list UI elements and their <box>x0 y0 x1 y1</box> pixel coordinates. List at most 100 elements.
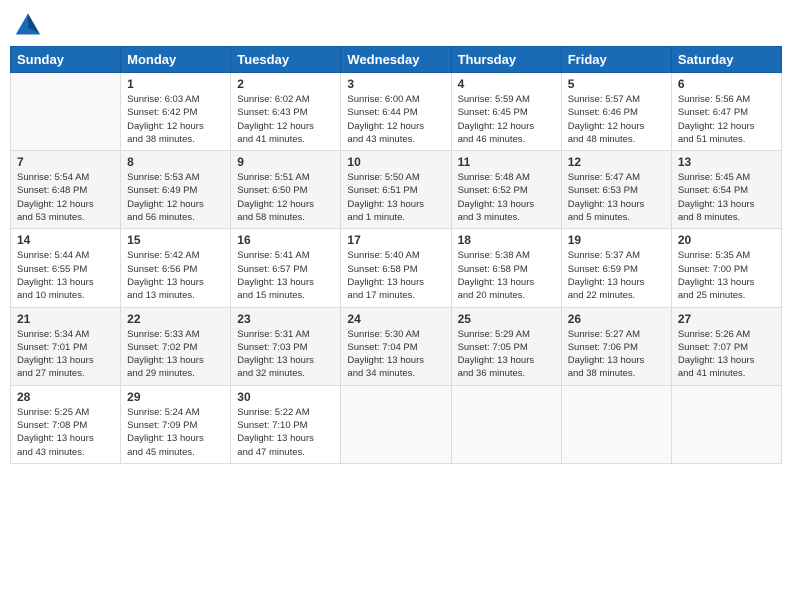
column-header-friday: Friday <box>561 47 671 73</box>
calendar-cell: 28 Sunrise: 5:25 AM Sunset: 7:08 PM Dayli… <box>11 385 121 463</box>
day-info: Sunrise: 6:00 AM Sunset: 6:44 PM Dayligh… <box>347 93 444 146</box>
calendar-cell <box>11 73 121 151</box>
calendar-cell: 16 Sunrise: 5:41 AM Sunset: 6:57 PM Dayli… <box>231 229 341 307</box>
calendar-week-row: 1 Sunrise: 6:03 AM Sunset: 6:42 PM Daylig… <box>11 73 782 151</box>
day-info: Sunrise: 5:35 AM Sunset: 7:00 PM Dayligh… <box>678 249 775 302</box>
calendar-week-row: 21Sunrise: 5:34 AM Sunset: 7:01 PM Dayli… <box>11 307 782 385</box>
day-number: 26 <box>568 312 665 326</box>
day-info: Sunrise: 5:26 AM Sunset: 7:07 PM Dayligh… <box>678 328 775 381</box>
day-number: 16 <box>237 233 334 247</box>
calendar-cell <box>341 385 451 463</box>
day-number: 27 <box>678 312 775 326</box>
day-number: 10 <box>347 155 444 169</box>
column-header-monday: Monday <box>121 47 231 73</box>
day-number: 5 <box>568 77 665 91</box>
day-info: Sunrise: 6:03 AM Sunset: 6:42 PM Dayligh… <box>127 93 224 146</box>
day-number: 19 <box>568 233 665 247</box>
calendar-cell: 30 Sunrise: 5:22 AM Sunset: 7:10 PM Dayli… <box>231 385 341 463</box>
day-number: 20 <box>678 233 775 247</box>
day-info: Sunrise: 5:22 AM Sunset: 7:10 PM Dayligh… <box>237 406 334 459</box>
day-number: 15 <box>127 233 224 247</box>
day-number: 4 <box>458 77 555 91</box>
calendar-cell: 3 Sunrise: 6:00 AM Sunset: 6:44 PM Daylig… <box>341 73 451 151</box>
calendar-cell: 6 Sunrise: 5:56 AM Sunset: 6:47 PM Daylig… <box>671 73 781 151</box>
day-info: Sunrise: 5:29 AM Sunset: 7:05 PM Dayligh… <box>458 328 555 381</box>
day-info: Sunrise: 5:38 AM Sunset: 6:58 PM Dayligh… <box>458 249 555 302</box>
calendar-cell: 13 Sunrise: 5:45 AM Sunset: 6:54 PM Dayli… <box>671 151 781 229</box>
day-number: 12 <box>568 155 665 169</box>
day-number: 30 <box>237 390 334 404</box>
day-info: Sunrise: 6:02 AM Sunset: 6:43 PM Dayligh… <box>237 93 334 146</box>
calendar-table: SundayMondayTuesdayWednesdayThursdayFrid… <box>10 46 782 464</box>
day-info: Sunrise: 5:31 AM Sunset: 7:03 PM Dayligh… <box>237 328 334 381</box>
calendar-cell: 8Sunrise: 5:53 AM Sunset: 6:49 PM Daylig… <box>121 151 231 229</box>
day-info: Sunrise: 5:24 AM Sunset: 7:09 PM Dayligh… <box>127 406 224 459</box>
calendar-cell: 25 Sunrise: 5:29 AM Sunset: 7:05 PM Dayli… <box>451 307 561 385</box>
day-info: Sunrise: 5:56 AM Sunset: 6:47 PM Dayligh… <box>678 93 775 146</box>
calendar-cell: 26Sunrise: 5:27 AM Sunset: 7:06 PM Dayli… <box>561 307 671 385</box>
day-number: 7 <box>17 155 114 169</box>
calendar-cell: 12 Sunrise: 5:47 AM Sunset: 6:53 PM Dayli… <box>561 151 671 229</box>
column-header-sunday: Sunday <box>11 47 121 73</box>
column-header-saturday: Saturday <box>671 47 781 73</box>
day-number: 14 <box>17 233 114 247</box>
day-info: Sunrise: 5:59 AM Sunset: 6:45 PM Dayligh… <box>458 93 555 146</box>
day-number: 1 <box>127 77 224 91</box>
day-info: Sunrise: 5:57 AM Sunset: 6:46 PM Dayligh… <box>568 93 665 146</box>
day-number: 25 <box>458 312 555 326</box>
calendar-cell: 15 Sunrise: 5:42 AM Sunset: 6:56 PM Dayli… <box>121 229 231 307</box>
day-number: 18 <box>458 233 555 247</box>
day-info: Sunrise: 5:40 AM Sunset: 6:58 PM Dayligh… <box>347 249 444 302</box>
calendar-cell: 18 Sunrise: 5:38 AM Sunset: 6:58 PM Dayli… <box>451 229 561 307</box>
calendar-cell: 27 Sunrise: 5:26 AM Sunset: 7:07 PM Dayli… <box>671 307 781 385</box>
calendar-header-row: SundayMondayTuesdayWednesdayThursdayFrid… <box>11 47 782 73</box>
day-number: 29 <box>127 390 224 404</box>
calendar-cell: 24 Sunrise: 5:30 AM Sunset: 7:04 PM Dayli… <box>341 307 451 385</box>
calendar-week-row: 14 Sunrise: 5:44 AM Sunset: 6:55 PM Dayli… <box>11 229 782 307</box>
day-info: Sunrise: 5:50 AM Sunset: 6:51 PM Dayligh… <box>347 171 444 224</box>
day-number: 24 <box>347 312 444 326</box>
calendar-cell: 5 Sunrise: 5:57 AM Sunset: 6:46 PM Daylig… <box>561 73 671 151</box>
day-info: Sunrise: 5:30 AM Sunset: 7:04 PM Dayligh… <box>347 328 444 381</box>
calendar-cell <box>451 385 561 463</box>
day-number: 28 <box>17 390 114 404</box>
day-info: Sunrise: 5:45 AM Sunset: 6:54 PM Dayligh… <box>678 171 775 224</box>
column-header-wednesday: Wednesday <box>341 47 451 73</box>
day-number: 9 <box>237 155 334 169</box>
day-info: Sunrise: 5:47 AM Sunset: 6:53 PM Dayligh… <box>568 171 665 224</box>
day-number: 3 <box>347 77 444 91</box>
calendar-cell: 2 Sunrise: 6:02 AM Sunset: 6:43 PM Daylig… <box>231 73 341 151</box>
day-info: Sunrise: 5:44 AM Sunset: 6:55 PM Dayligh… <box>17 249 114 302</box>
day-number: 11 <box>458 155 555 169</box>
day-info: Sunrise: 5:48 AM Sunset: 6:52 PM Dayligh… <box>458 171 555 224</box>
day-info: Sunrise: 5:37 AM Sunset: 6:59 PM Dayligh… <box>568 249 665 302</box>
calendar-cell: 23 Sunrise: 5:31 AM Sunset: 7:03 PM Dayli… <box>231 307 341 385</box>
calendar-cell: 1 Sunrise: 6:03 AM Sunset: 6:42 PM Daylig… <box>121 73 231 151</box>
calendar-cell <box>561 385 671 463</box>
calendar-week-row: 28 Sunrise: 5:25 AM Sunset: 7:08 PM Dayli… <box>11 385 782 463</box>
day-info: Sunrise: 5:33 AM Sunset: 7:02 PM Dayligh… <box>127 328 224 381</box>
page-header <box>10 10 782 38</box>
day-info: Sunrise: 5:54 AM Sunset: 6:48 PM Dayligh… <box>17 171 114 224</box>
day-number: 23 <box>237 312 334 326</box>
calendar-cell: 10 Sunrise: 5:50 AM Sunset: 6:51 PM Dayli… <box>341 151 451 229</box>
day-info: Sunrise: 5:25 AM Sunset: 7:08 PM Dayligh… <box>17 406 114 459</box>
calendar-cell: 20 Sunrise: 5:35 AM Sunset: 7:00 PM Dayli… <box>671 229 781 307</box>
day-info: Sunrise: 5:34 AM Sunset: 7:01 PM Dayligh… <box>17 328 114 381</box>
logo-icon <box>14 10 42 38</box>
day-number: 17 <box>347 233 444 247</box>
calendar-cell: 7 Sunrise: 5:54 AM Sunset: 6:48 PM Daylig… <box>11 151 121 229</box>
day-number: 6 <box>678 77 775 91</box>
calendar-week-row: 7 Sunrise: 5:54 AM Sunset: 6:48 PM Daylig… <box>11 151 782 229</box>
calendar-cell: 17 Sunrise: 5:40 AM Sunset: 6:58 PM Dayli… <box>341 229 451 307</box>
day-number: 2 <box>237 77 334 91</box>
calendar-cell: 22 Sunrise: 5:33 AM Sunset: 7:02 PM Dayli… <box>121 307 231 385</box>
calendar-cell: 19 Sunrise: 5:37 AM Sunset: 6:59 PM Dayli… <box>561 229 671 307</box>
calendar-cell: 4 Sunrise: 5:59 AM Sunset: 6:45 PM Daylig… <box>451 73 561 151</box>
day-info: Sunrise: 5:41 AM Sunset: 6:57 PM Dayligh… <box>237 249 334 302</box>
day-info: Sunrise: 5:42 AM Sunset: 6:56 PM Dayligh… <box>127 249 224 302</box>
calendar-cell: 21Sunrise: 5:34 AM Sunset: 7:01 PM Dayli… <box>11 307 121 385</box>
column-header-thursday: Thursday <box>451 47 561 73</box>
day-number: 22 <box>127 312 224 326</box>
day-number: 13 <box>678 155 775 169</box>
